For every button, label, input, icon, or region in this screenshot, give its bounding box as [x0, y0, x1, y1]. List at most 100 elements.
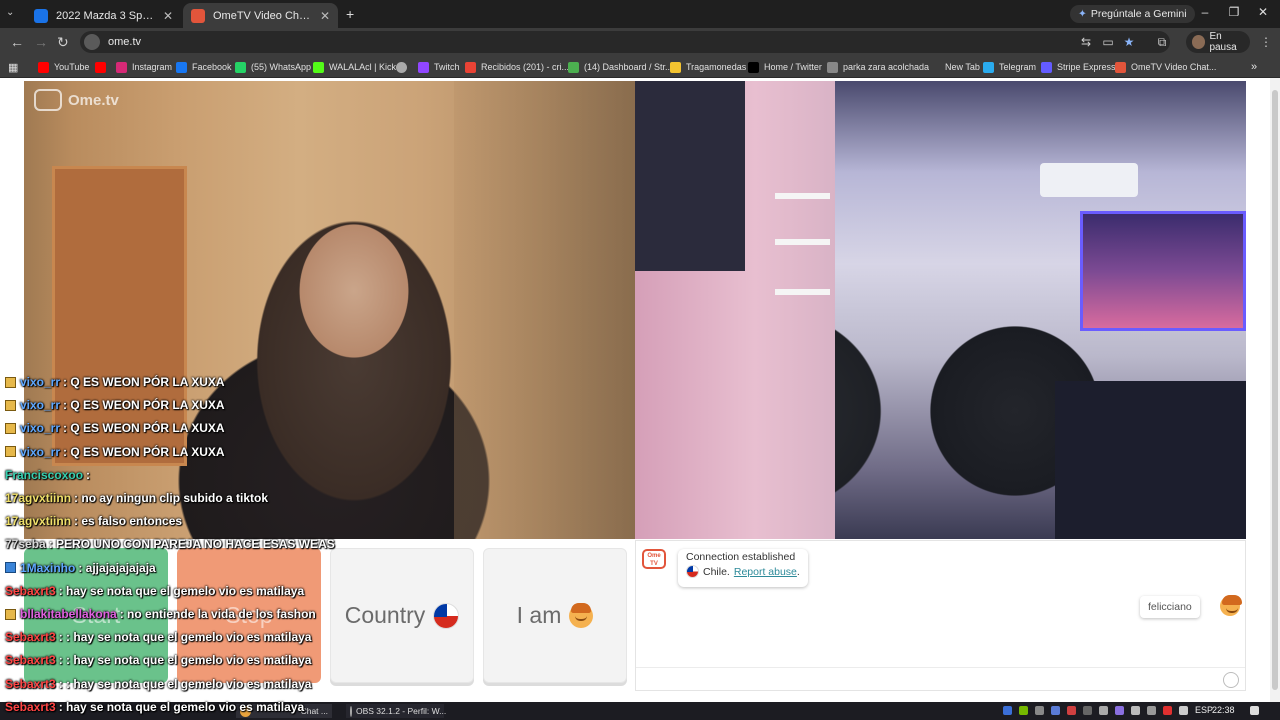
bookmark-twitter[interactable]: Home / Twitter [748, 60, 822, 74]
bookmark-star-icon[interactable]: ★ [1122, 35, 1136, 49]
bookmark-label: Facebook [192, 62, 232, 72]
tray-record-icon[interactable] [1163, 706, 1172, 715]
boy-face-icon [569, 602, 594, 628]
tab-favicon-icon [34, 8, 48, 23]
ometv-logo-text: Ome.tv [68, 91, 119, 109]
chat-message: : hay se nota que el gemelo vio es matil… [58, 583, 305, 598]
tray-app-icon[interactable] [1067, 706, 1076, 715]
chat-message: : : hay se nota que el gemelo vio es mat… [58, 630, 312, 645]
chat-username: vixo_rr [20, 375, 61, 389]
bookmark-telegram[interactable]: Telegram [983, 60, 1036, 74]
close-icon[interactable]: ✕ [163, 9, 173, 23]
video-scene-bed [1055, 381, 1246, 539]
chat-message: : Q ES WEON PÓR LA XUXA [63, 398, 225, 413]
profile-button[interactable]: En pausa [1186, 31, 1250, 53]
cast-icon[interactable]: ▭ [1101, 35, 1115, 49]
subscriber-badge-icon [5, 376, 16, 388]
tray-volume-icon[interactable] [1179, 706, 1188, 715]
reload-icon[interactable]: ↻ [57, 34, 69, 50]
address-bar[interactable]: ome.tv [80, 31, 1170, 53]
minimize-icon[interactable]: – [1195, 5, 1215, 19]
bookmarks-overflow-icon[interactable]: » [1251, 60, 1257, 74]
bookmark-tragamonedas[interactable]: Tragamonedas [670, 60, 746, 74]
bookmark-youtube[interactable]: YouTube [38, 60, 89, 74]
tray-app-icon[interactable] [1147, 706, 1156, 715]
chat-input[interactable] [636, 667, 1245, 691]
chat-message: : Q ES WEON PÓR LA XUXA [63, 421, 225, 436]
tray-nvidia-icon[interactable] [1019, 706, 1028, 715]
tray-app-icon[interactable] [1003, 706, 1012, 715]
scrollbar-thumb[interactable] [1272, 90, 1278, 690]
bookmark-label: parka zara acolchada [843, 62, 930, 72]
bookmark-gmail[interactable]: Recibidos (201) - cri... [465, 60, 569, 74]
profile-status: En pausa [1209, 31, 1237, 53]
forward-arrow-icon[interactable]: → [34, 34, 48, 50]
newtab-icon [929, 61, 940, 73]
translate-icon[interactable]: ⇆ [1079, 35, 1093, 49]
taskbar-language[interactable]: ESP [1195, 705, 1213, 715]
subscriber-badge-icon [5, 446, 16, 458]
bookmarks-bar: ▦ YouTube Instagram Facebook (55) WhatsA… [0, 56, 1280, 78]
menu-kebab-icon[interactable]: ⋮ [1259, 35, 1273, 49]
report-abuse-link[interactable]: Report abuse [734, 566, 797, 578]
video-scene-ac [1040, 163, 1138, 197]
chat-message: : es falso entonces [74, 514, 183, 529]
emoji-smiley-icon[interactable] [1223, 672, 1239, 688]
tray-app-icon[interactable] [1131, 706, 1140, 715]
chat-line: 17agvxtiinn: es falso entonces [5, 511, 182, 531]
chat-message: : ajjajajajajaja [78, 560, 156, 575]
bookmark-facebook[interactable]: Facebook [176, 60, 232, 74]
kick-icon [313, 61, 324, 73]
bookmark-instagram[interactable]: Instagram [116, 60, 172, 74]
back-arrow-icon[interactable]: ← [10, 34, 24, 50]
zara-icon [827, 61, 838, 73]
apps-grid-icon[interactable]: ▦ [8, 60, 18, 74]
bookmark-label: Tragamonedas [686, 62, 747, 72]
chat-message: : PERO UNO CON PAREJA NO HACE ESAS WEAS [48, 537, 335, 552]
gemini-button[interactable]: ✦ Pregúntale a Gemini [1070, 5, 1195, 23]
page-scrollbar[interactable] [1270, 78, 1280, 702]
bookmark-globe[interactable] [396, 60, 412, 74]
tab-title: OmeTV Video Chat — Ome [213, 9, 314, 22]
bookmark-kick[interactable]: WALALAcl | Kick [313, 60, 396, 74]
chat-message: : Q ES WEON PÓR LA XUXA [63, 444, 225, 459]
partner-name: felicciano [1148, 601, 1192, 613]
tab-ometv[interactable]: OmeTV Video Chat — Ome ✕ [183, 3, 338, 28]
taskbar-clock[interactable]: 22:38 [1212, 705, 1235, 715]
site-info-icon[interactable] [84, 34, 100, 50]
bookmark-stripe[interactable]: Stripe Express [1041, 60, 1116, 74]
subscriber-badge-icon [5, 422, 16, 434]
tray-chevron-icon[interactable] [1083, 706, 1092, 715]
tray-mic-icon[interactable] [1099, 706, 1108, 715]
bookmark-youtube-2[interactable] [95, 60, 111, 74]
notification-icon[interactable] [1250, 706, 1259, 715]
chat-username: bllakitabellakona [20, 607, 117, 621]
ometv-logo[interactable]: Ome.tv [34, 89, 119, 111]
bookmark-dashboard[interactable]: (14) Dashboard / Str... [568, 60, 673, 74]
tray-app-icon[interactable] [1035, 706, 1044, 715]
extensions-icon[interactable]: ⧉ [1155, 35, 1169, 49]
chat-username: 77seba [5, 537, 46, 552]
chat-line: 1Maxinho: ajjajajajajaja [5, 558, 156, 578]
chat-message: : no ay ningun clip subido a tiktok [74, 491, 269, 505]
tab-mazda[interactable]: 2022 Mazda 3 Sport 2.0 ✕ [26, 3, 181, 28]
gender-button[interactable]: I am [483, 548, 627, 683]
chat-line: Sebaxrt3: : hay se nota que el gemelo vi… [5, 627, 311, 647]
bookmark-ometv[interactable]: OmeTV Video Chat... [1115, 60, 1216, 74]
google-icon [465, 61, 476, 73]
partner-video [635, 81, 1246, 539]
tray-app-icon[interactable] [1051, 706, 1060, 715]
bookmark-twitch[interactable]: Twitch [418, 60, 460, 74]
tab-list-chevron-icon[interactable]: ⌄ [6, 7, 14, 18]
window-close-icon[interactable]: ✕ [1253, 5, 1273, 19]
tray-pen-icon[interactable] [1115, 706, 1124, 715]
slot-icon [670, 61, 681, 73]
stripe-icon [1041, 61, 1052, 73]
bookmark-newtab[interactable]: New Tab [929, 60, 980, 74]
chat-line: vixo_rr: Q ES WEON PÓR LA XUXA [5, 418, 225, 438]
maximize-icon[interactable]: ❐ [1224, 5, 1244, 19]
close-icon[interactable]: ✕ [320, 9, 330, 23]
bookmark-whatsapp[interactable]: (55) WhatsApp [235, 60, 311, 74]
new-tab-plus-icon[interactable]: + [346, 6, 354, 22]
bookmark-zara[interactable]: parka zara acolchada [827, 60, 929, 74]
